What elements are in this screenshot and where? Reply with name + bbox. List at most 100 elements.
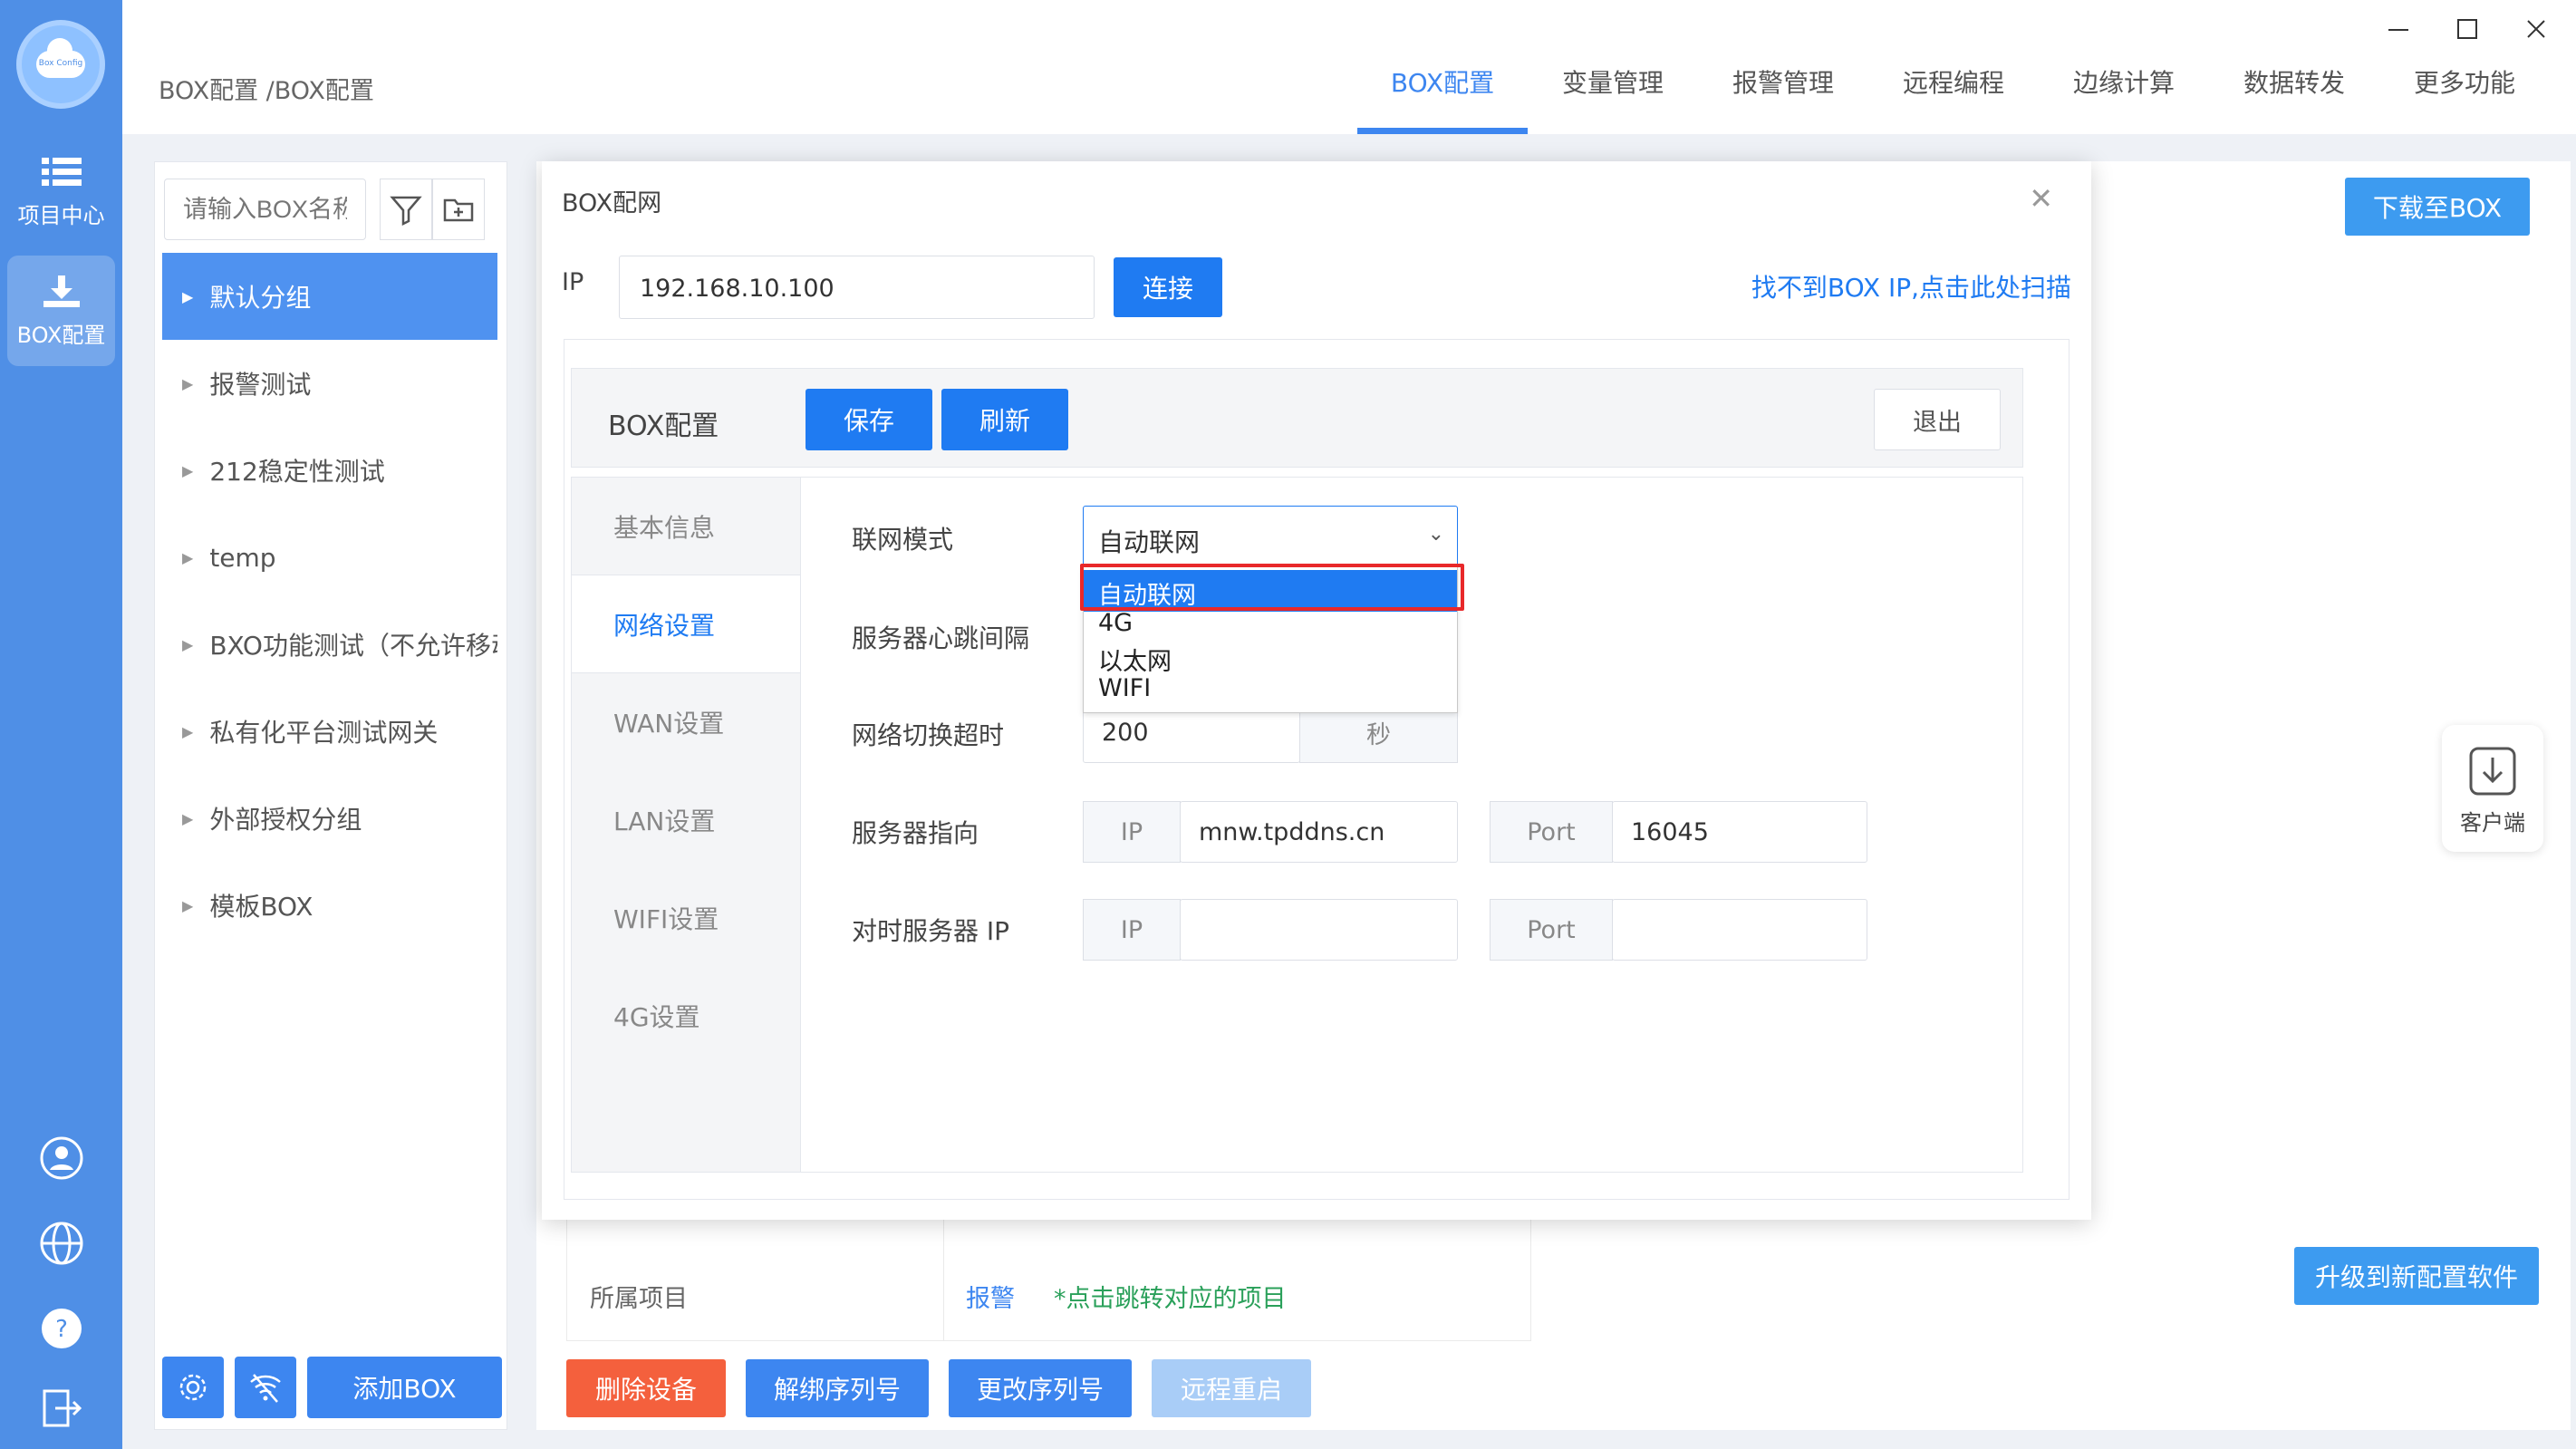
nav-rail: Box Config 项目中心 BOX配置 ? [0, 0, 122, 1449]
group-label: 默认分组 [209, 283, 312, 313]
group-item[interactable]: ▶ BXO功能测试（不允许移动） [162, 601, 497, 688]
filter-icon[interactable] [380, 179, 432, 240]
group-item[interactable]: ▶ temp [162, 514, 497, 601]
tab-network-settings[interactable]: 网络设置 [572, 575, 800, 673]
user-icon[interactable] [38, 1135, 85, 1182]
ip-label: IP [562, 268, 584, 296]
project-link[interactable]: 报警 [966, 1279, 1015, 1314]
upgrade-software-button[interactable]: 升级到新配置软件 [2294, 1247, 2539, 1305]
tab-lan-settings[interactable]: LAN设置 [572, 771, 800, 869]
server-ip-input[interactable]: mnw.tpddns.cn [1180, 801, 1458, 863]
config-title: BOX配置 [608, 411, 719, 442]
box-search-input[interactable] [164, 179, 366, 240]
unbind-serial-button[interactable]: 解绑序列号 [746, 1359, 929, 1417]
time-port-addon: Port [1490, 899, 1613, 961]
tab-wan-settings[interactable]: WAN设置 [572, 673, 800, 771]
group-item[interactable]: ▶ 报警测试 [162, 340, 497, 427]
group-label: 私有化平台测试网关 [209, 718, 439, 748]
gear-icon [179, 1374, 207, 1401]
mode-option[interactable]: 4G [1084, 609, 1457, 637]
sidebar-actions: 添加BOX [162, 1357, 502, 1418]
wifi-off-button[interactable] [235, 1357, 296, 1418]
scan-link[interactable]: 找不到BOX IP,点击此处扫描 [1751, 268, 2071, 304]
modal-close-icon[interactable]: ✕ [2029, 181, 2053, 216]
mode-select[interactable]: 自动联网 ⌄ [1083, 506, 1458, 567]
tab-data-forwarding[interactable]: 数据转发 [2209, 0, 2379, 134]
group-label: 212稳定性测试 [209, 457, 385, 487]
top-header: BOX配置 /BOX配置 BOX配置 变量管理 报警管理 远程编程 边缘计算 数… [122, 0, 2576, 134]
info-table: 所属项目 报警 *点击跳转对应的项目 [566, 1214, 1531, 1341]
exit-icon[interactable] [38, 1385, 85, 1432]
group-sidebar: ▶ 默认分组 ▶ 报警测试 ▶ 212稳定性测试 ▶ temp ▶ BXO功能测试（不允许… [154, 161, 507, 1430]
breadcrumb: BOX配置 /BOX配置 [159, 77, 374, 105]
group-label: 外部授权分组 [209, 805, 362, 835]
caret-right-icon: ▶ [182, 896, 194, 914]
tab-variable-management[interactable]: 变量管理 [1528, 0, 1698, 134]
server-ip-addon: IP [1083, 801, 1181, 863]
caret-right-icon: ▶ [182, 461, 194, 479]
group-label: temp [209, 542, 276, 573]
tab-basic-info[interactable]: 基本信息 [572, 478, 800, 575]
nav-item-box-config[interactable]: BOX配置 [7, 256, 115, 366]
maximize-icon[interactable] [2449, 13, 2485, 45]
tab-remote-programming[interactable]: 远程编程 [1868, 0, 2039, 134]
change-serial-button[interactable]: 更改序列号 [949, 1359, 1132, 1417]
add-box-button[interactable]: 添加BOX [307, 1357, 502, 1418]
group-label: 报警测试 [209, 370, 312, 400]
group-label: 模板BOX [209, 892, 314, 922]
exit-button[interactable]: 退出 [1874, 389, 2001, 450]
minimize-icon[interactable] [2380, 13, 2417, 45]
ip-input[interactable]: 192.168.10.100 [619, 256, 1095, 319]
nav-item-label: BOX配置 [16, 323, 106, 348]
logo-text: Box Config [38, 59, 83, 68]
settings-button[interactable] [162, 1357, 224, 1418]
tab-edge-computing[interactable]: 边缘计算 [2039, 0, 2209, 134]
caret-right-icon: ▶ [182, 809, 194, 827]
group-item[interactable]: ▶ 私有化平台测试网关 [162, 688, 497, 775]
heartbeat-label: 服务器心跳间隔 [852, 623, 1030, 653]
caret-right-icon: ▶ [182, 374, 194, 392]
server-port-input[interactable]: 16045 [1612, 801, 1867, 863]
save-button[interactable]: 保存 [806, 389, 932, 450]
help-icon[interactable]: ? [38, 1305, 85, 1352]
refresh-button[interactable]: 刷新 [941, 389, 1068, 450]
window-controls [2380, 13, 2554, 45]
group-item[interactable]: ▶ 默认分组 [162, 253, 497, 340]
app-logo: Box Config [16, 20, 105, 109]
caret-right-icon: ▶ [182, 287, 194, 305]
download-to-box-button[interactable]: 下载至BOX [2345, 178, 2530, 236]
wifi-off-icon [250, 1374, 281, 1403]
list-icon [41, 158, 82, 186]
config-toolbar: BOX配置 保存 刷新 退出 [571, 368, 2023, 468]
server-port-addon: Port [1490, 801, 1613, 863]
tab-4g-settings[interactable]: 4G设置 [572, 967, 800, 1065]
caret-right-icon: ▶ [182, 635, 194, 653]
globe-icon[interactable] [38, 1220, 85, 1267]
time-ip-addon: IP [1083, 899, 1181, 961]
caret-right-icon: ▶ [182, 548, 194, 566]
client-button[interactable]: 客户端 [2442, 725, 2543, 852]
mode-option[interactable]: WIFI [1084, 674, 1457, 702]
remote-restart-button: 远程重启 [1152, 1359, 1311, 1417]
tab-alarm-management[interactable]: 报警管理 [1698, 0, 1868, 134]
modal-title: BOX配网 [562, 189, 662, 217]
delete-device-button[interactable]: 删除设备 [566, 1359, 726, 1417]
settings-tabs: 基本信息 网络设置 WAN设置 LAN设置 WIFI设置 4G设置 [571, 477, 801, 1173]
connect-button[interactable]: 连接 [1114, 257, 1222, 317]
group-item[interactable]: ▶ 模板BOX [162, 862, 497, 949]
chevron-down-icon: ⌄ [1427, 523, 1444, 546]
group-item[interactable]: ▶ 外部授权分组 [162, 775, 497, 862]
table-divider [943, 1215, 944, 1340]
close-icon[interactable] [2518, 13, 2554, 45]
add-folder-icon[interactable] [432, 179, 485, 240]
time-port-input[interactable] [1612, 899, 1867, 961]
tab-box-config[interactable]: BOX配置 [1357, 0, 1528, 134]
mode-option[interactable]: 以太网 [1084, 642, 1457, 677]
group-item[interactable]: ▶ 212稳定性测试 [162, 427, 497, 514]
mode-select-value: 自动联网 [1098, 527, 1201, 557]
time-ip-input[interactable] [1180, 899, 1458, 961]
project-hint: *点击跳转对应的项目 [1054, 1285, 1287, 1313]
nav-item-project-center[interactable]: 项目中心 [7, 136, 115, 246]
tab-wifi-settings[interactable]: WIFI设置 [572, 869, 800, 967]
caret-right-icon: ▶ [182, 722, 194, 740]
